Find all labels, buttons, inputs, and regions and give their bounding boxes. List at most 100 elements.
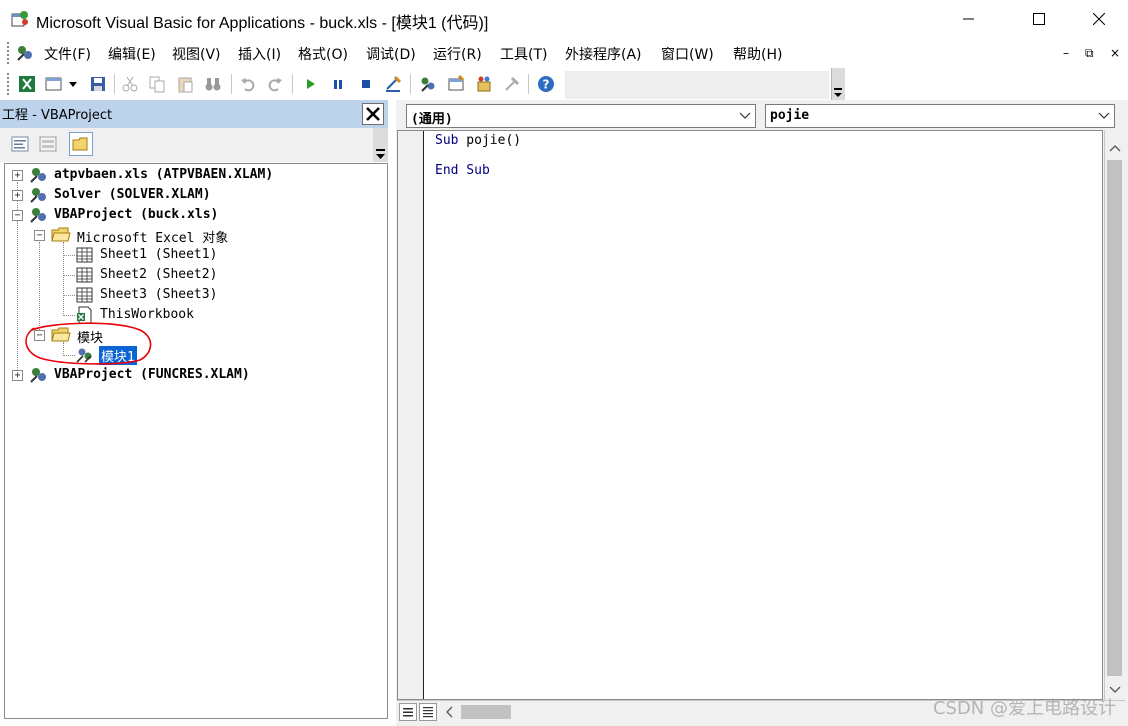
find-button[interactable] bbox=[203, 74, 223, 94]
toolbox-button[interactable] bbox=[502, 74, 522, 94]
project-pane-close-button[interactable] bbox=[362, 103, 384, 125]
scroll-left-button[interactable] bbox=[441, 703, 457, 721]
mdi-minimize-button[interactable]: – bbox=[1063, 46, 1069, 60]
collapse-toggle[interactable]: − bbox=[12, 210, 23, 221]
redo-button[interactable] bbox=[265, 74, 285, 94]
procedure-view-button[interactable] bbox=[399, 703, 417, 721]
horizontal-scroll-thumb[interactable] bbox=[461, 705, 511, 719]
undo-icon bbox=[241, 78, 255, 92]
procedure-combobox[interactable]: pojie bbox=[765, 104, 1115, 128]
view-object-button[interactable] bbox=[36, 132, 60, 156]
object-browser-button[interactable] bbox=[474, 74, 494, 94]
menubar-grip[interactable] bbox=[7, 42, 11, 64]
object-combobox[interactable]: (通用) bbox=[406, 104, 756, 128]
properties-window-button[interactable] bbox=[446, 74, 466, 94]
worksheet-icon bbox=[76, 267, 93, 283]
menu-tools[interactable]: 工具(T) bbox=[500, 44, 547, 64]
undo-button[interactable] bbox=[238, 74, 258, 94]
vertical-scroll-thumb[interactable] bbox=[1107, 160, 1122, 676]
chevron-down-icon bbox=[376, 149, 385, 159]
toolbar-separator bbox=[292, 74, 293, 94]
tree-connector bbox=[63, 275, 75, 276]
tree-node-vbaproject-funcres[interactable]: VBAProject (FUNCRES.XLAM) bbox=[54, 367, 250, 382]
menu-format[interactable]: 格式(O) bbox=[298, 44, 348, 64]
cut-button[interactable] bbox=[120, 74, 140, 94]
minimize-button[interactable] bbox=[946, 0, 992, 38]
menu-view[interactable]: 视图(V) bbox=[172, 44, 221, 64]
save-button[interactable] bbox=[88, 74, 108, 94]
dropdown-arrow-icon bbox=[69, 82, 77, 87]
properties-icon bbox=[448, 75, 465, 91]
menu-file[interactable]: 文件(F) bbox=[44, 44, 91, 64]
reset-button[interactable] bbox=[356, 74, 376, 94]
help-icon: ? bbox=[538, 76, 554, 92]
code-text: pojie() bbox=[458, 133, 522, 148]
menu-edit[interactable]: 编辑(E) bbox=[108, 44, 156, 64]
stop-icon bbox=[362, 80, 370, 88]
worksheet-icon bbox=[76, 287, 93, 303]
object-browser-icon bbox=[477, 76, 491, 92]
code-vertical-scrollbar[interactable] bbox=[1104, 130, 1124, 700]
break-button[interactable] bbox=[328, 74, 348, 94]
close-button[interactable] bbox=[1076, 0, 1122, 38]
full-module-view-button[interactable] bbox=[419, 703, 437, 721]
menu-addins[interactable]: 外接程序(A) bbox=[565, 44, 642, 64]
code-editor[interactable] bbox=[397, 130, 1103, 700]
toolbar-grip[interactable] bbox=[7, 73, 11, 95]
code-line-1[interactable]: Sub pojie() bbox=[435, 133, 521, 148]
maximize-button[interactable] bbox=[1016, 0, 1062, 38]
vba-doc-icon[interactable] bbox=[15, 43, 35, 63]
toolbar-separator bbox=[528, 74, 529, 94]
project-explorer-button[interactable] bbox=[418, 74, 438, 94]
tree-node-atpvbaen[interactable]: atpvbaen.xls (ATPVBAEN.XLAM) bbox=[54, 167, 273, 182]
procedure-view-icon bbox=[403, 708, 413, 717]
mdi-restore-button[interactable]: ⧉ bbox=[1085, 46, 1094, 61]
toolbar-separator bbox=[114, 74, 115, 94]
menu-insert[interactable]: 插入(I) bbox=[238, 44, 281, 64]
paste-button[interactable] bbox=[175, 74, 195, 94]
insert-userform-button[interactable] bbox=[44, 74, 64, 94]
menu-window[interactable]: 窗口(W) bbox=[661, 44, 714, 64]
menu-run[interactable]: 运行(R) bbox=[433, 44, 482, 64]
view-excel-button[interactable] bbox=[17, 74, 37, 94]
project-pane-scroll-stub[interactable] bbox=[373, 128, 388, 162]
run-button[interactable] bbox=[300, 74, 320, 94]
procedure-combobox-value: pojie bbox=[770, 108, 810, 123]
design-mode-button[interactable] bbox=[383, 74, 403, 94]
cut-icon bbox=[122, 76, 138, 92]
code-keyword: End Sub bbox=[435, 163, 490, 178]
worksheet-icon bbox=[76, 247, 93, 263]
insert-dropdown-button[interactable] bbox=[66, 74, 80, 94]
project-pane-toolbar bbox=[0, 128, 388, 162]
collapse-toggle[interactable]: − bbox=[34, 230, 45, 241]
expand-toggle[interactable]: + bbox=[12, 370, 23, 381]
code-margin[interactable] bbox=[398, 131, 424, 699]
tree-node-sheet1[interactable]: Sheet1 (Sheet1) bbox=[100, 247, 217, 262]
chevron-left-icon bbox=[446, 706, 453, 718]
menu-help[interactable]: 帮助(H) bbox=[733, 44, 782, 64]
expand-toggle[interactable]: + bbox=[12, 170, 23, 181]
window-title: Microsoft Visual Basic for Applications … bbox=[36, 15, 489, 32]
tree-node-excel-objects[interactable]: Microsoft Excel 对象 bbox=[77, 227, 228, 246]
view-code-button[interactable] bbox=[8, 132, 32, 156]
tree-node-sheet3[interactable]: Sheet3 (Sheet3) bbox=[100, 287, 217, 302]
tree-node-sheet2[interactable]: Sheet2 (Sheet2) bbox=[100, 267, 217, 282]
folder-icon bbox=[72, 137, 88, 151]
minimize-icon bbox=[963, 18, 974, 20]
tree-node-vbaproject-buck[interactable]: VBAProject (buck.xls) bbox=[54, 207, 218, 222]
project-pane-title: 工程 - VBAProject bbox=[2, 108, 113, 123]
help-button[interactable]: ? bbox=[536, 74, 556, 94]
menu-debug[interactable]: 调试(D) bbox=[366, 44, 416, 64]
toolbar-empty-area bbox=[565, 71, 829, 99]
vba-project-icon bbox=[30, 188, 46, 203]
copy-button[interactable] bbox=[147, 74, 167, 94]
toolbar-options-button[interactable] bbox=[831, 68, 845, 100]
code-line-2[interactable]: End Sub bbox=[435, 163, 490, 178]
toggle-folders-button[interactable] bbox=[69, 132, 93, 156]
redo-icon bbox=[268, 78, 282, 92]
expand-toggle[interactable]: + bbox=[12, 190, 23, 201]
mdi-close-button[interactable]: × bbox=[1110, 46, 1120, 60]
close-icon bbox=[1093, 13, 1105, 25]
tree-node-solver[interactable]: Solver (SOLVER.XLAM) bbox=[54, 187, 211, 202]
scroll-up-button[interactable] bbox=[1105, 138, 1124, 158]
